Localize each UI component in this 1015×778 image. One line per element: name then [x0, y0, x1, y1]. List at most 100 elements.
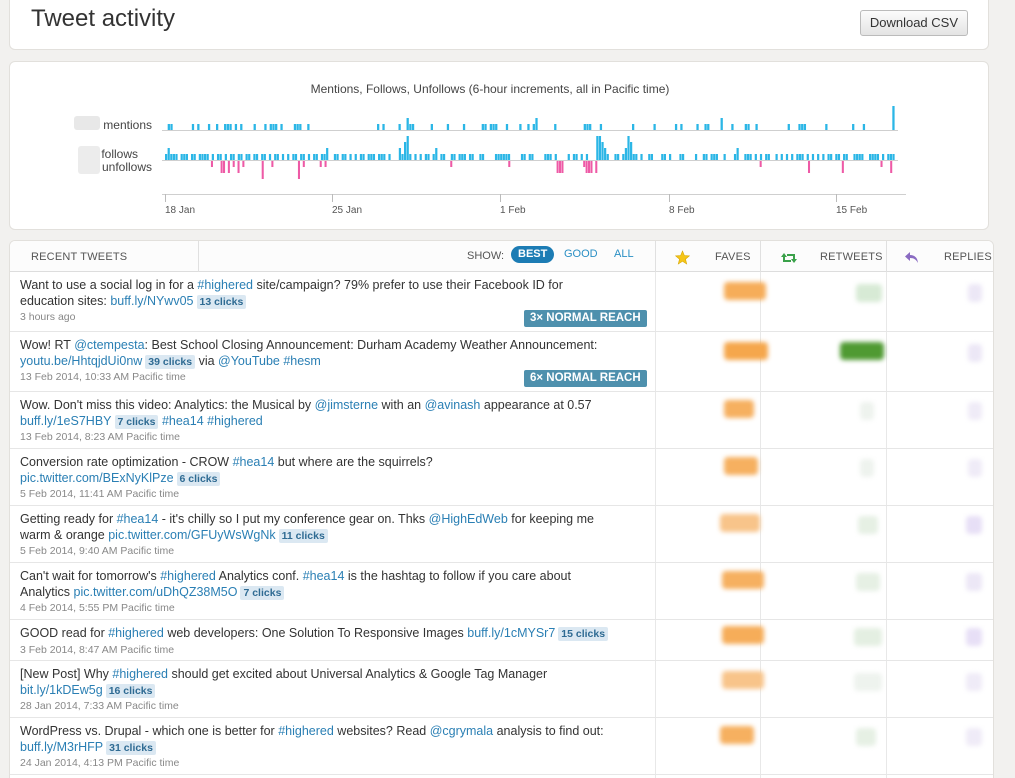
tweet-row[interactable]: Wow! RT @ctempesta: Best School Closing … [10, 332, 993, 392]
mentions-bar [492, 124, 495, 130]
star-icon[interactable] [675, 250, 690, 265]
filter-best[interactable]: BEST [511, 246, 555, 263]
mentions-bar [532, 124, 535, 130]
tweet-row[interactable]: Can't wait for tomorrow's #highered Anal… [10, 563, 993, 620]
download-csv-button[interactable]: Download CSV [859, 10, 968, 36]
follows-bar [580, 154, 583, 160]
retweets-count-blurred [856, 284, 882, 302]
hashtag-link[interactable]: #highered [112, 667, 168, 681]
tweet-link[interactable]: buff.ly/NYwv05 [110, 294, 193, 308]
mentions-bar [720, 118, 723, 130]
mention-link[interactable]: @ctempesta [74, 338, 144, 352]
mentions-bar [731, 124, 734, 130]
mentions-bar [787, 124, 790, 130]
tweet-row[interactable]: [New Post] Why #highered should get exci… [10, 661, 993, 718]
tweet-text-part: Can't wait for tomorrow's [20, 569, 161, 583]
follows-bar [216, 154, 220, 160]
hashtag-link[interactable]: #hea14 [233, 455, 275, 469]
mentions-bar [674, 124, 678, 130]
hashtag-link[interactable]: #highered [197, 278, 253, 292]
mentions-bar [462, 124, 466, 130]
mentions-bar [272, 124, 275, 130]
faves-count-blurred [724, 457, 758, 475]
mentions-bar [527, 124, 530, 130]
mentions-bar [293, 124, 297, 130]
follows-bar [349, 154, 352, 160]
replies-heading[interactable]: REPLIES [944, 251, 992, 263]
follows-bar [713, 154, 716, 160]
filter-all[interactable]: ALL [607, 246, 641, 263]
tweet-row[interactable]: GOOD read for #highered web developers: … [10, 620, 993, 661]
unfollows-bar [232, 161, 235, 167]
tweet-link[interactable]: pic.twitter.com/GFUyWsWgNk [108, 528, 275, 542]
tweet-link[interactable]: pic.twitter.com/BExNyKlPze [20, 471, 174, 485]
tweet-link[interactable]: bit.ly/1kDEw5g [20, 683, 103, 697]
follows-bar [326, 148, 329, 160]
hashtag-link[interactable]: #hesm [283, 354, 321, 368]
tweet-link[interactable]: buff.ly/M3rHFP [20, 740, 103, 754]
follows-bar [287, 154, 290, 160]
hashtag-link[interactable]: #hea14 [117, 512, 159, 526]
mentions-bar [489, 124, 493, 130]
mention-link[interactable]: @cgrymala [430, 724, 493, 738]
follows-bar [663, 154, 666, 160]
tweet-row[interactable]: Conversion rate optimization - CROW #hea… [10, 449, 993, 506]
follows-bar [170, 154, 173, 160]
follows-avatar-placeholder [78, 146, 100, 174]
header-divider [886, 241, 887, 272]
mention-link[interactable]: @jimsterne [315, 398, 378, 412]
hashtag-link[interactable]: #highered [108, 626, 164, 640]
tweet-text-part: websites? Read [333, 724, 430, 738]
follows-bar [596, 136, 599, 160]
follows-bar [367, 154, 370, 160]
retweets-heading[interactable]: RETWEETS [820, 251, 883, 263]
hashtag-link[interactable]: #highered [160, 569, 216, 583]
follows-bar [668, 154, 672, 160]
filter-good[interactable]: GOOD [557, 246, 605, 263]
tweet-row[interactable]: Wow. Don't miss this video: Analytics: t… [10, 392, 993, 449]
replies-count-blurred [966, 628, 982, 646]
follows-bar [372, 154, 376, 160]
follows-bar [622, 154, 625, 160]
follows-bar [268, 154, 272, 160]
unfollows-bar [807, 161, 811, 173]
mention-link[interactable]: @avinash [425, 398, 481, 412]
tweet-link[interactable]: pic.twitter.com/uDhQZ38M5O [74, 585, 238, 599]
clicks-badge: 31 clicks [106, 741, 156, 755]
follows-bar [274, 154, 277, 160]
hashtag-link[interactable]: #hea14 [162, 414, 204, 428]
unfollows-bar [210, 161, 213, 167]
tweet-link[interactable]: youtu.be/HhtqjdUi0nw [20, 354, 142, 368]
follows-bar [344, 154, 347, 160]
follows-bar [481, 154, 485, 160]
follows-bar [401, 154, 404, 160]
follows-bar [468, 154, 472, 160]
unfollows-bar [595, 161, 598, 173]
hashtag-link[interactable]: #highered [278, 724, 334, 738]
follows-bar [359, 154, 363, 160]
reply-icon[interactable] [904, 251, 919, 264]
tweet-text: Want to use a social log in for a #highe… [20, 277, 635, 309]
mention-link[interactable]: @YouTube [218, 354, 280, 368]
tweet-link[interactable]: buff.ly/1cMYSr7 [467, 626, 555, 640]
mentions-bar [275, 124, 278, 130]
mention-link[interactable]: @HighEdWeb [429, 512, 508, 526]
tweet-row[interactable]: Getting ready for #hea14 - it's chilly s… [10, 506, 993, 563]
tweet-row[interactable]: Want to use a social log in for a #highe… [10, 272, 993, 332]
follows-bar [882, 154, 885, 160]
unfollows-bar [223, 161, 226, 173]
follows-bar [869, 154, 872, 160]
tweet-link[interactable]: buff.ly/1eS7HBY [20, 414, 112, 428]
unfollows-bar [220, 161, 223, 173]
mentions-label: mentions [103, 118, 152, 132]
hashtag-link[interactable]: #hea14 [303, 569, 345, 583]
replies-count-blurred [968, 459, 982, 477]
hashtag-link[interactable]: #highered [207, 414, 263, 428]
follows-bar [822, 154, 825, 160]
faves-heading[interactable]: FAVES [715, 251, 751, 263]
follows-bar [635, 154, 638, 160]
unfollows-bar [583, 161, 586, 167]
tweet-row[interactable]: WordPress vs. Drupal - which one is bett… [10, 718, 993, 775]
retweet-icon[interactable] [781, 251, 797, 265]
retweets-count-blurred [860, 459, 874, 477]
